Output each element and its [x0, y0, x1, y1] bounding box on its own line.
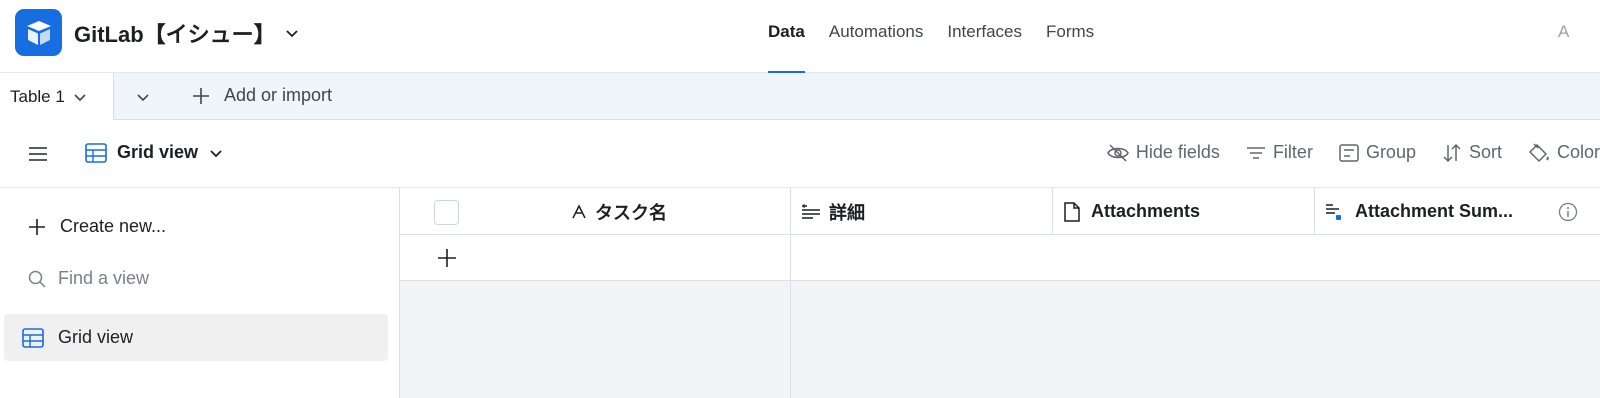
group-button[interactable]: Group — [1339, 142, 1416, 163]
find-view-search — [28, 268, 358, 289]
group-label: Group — [1365, 142, 1416, 162]
nav-forms[interactable]: Forms — [1046, 0, 1094, 73]
long-text-icon — [802, 203, 820, 219]
table-tab-table-1[interactable]: Table 1 — [0, 73, 114, 121]
add-record-row — [400, 235, 1600, 281]
frozen-column-divider — [790, 235, 791, 398]
add-or-import-label: Add or import — [224, 85, 333, 105]
column-header-label: タスク名 — [595, 202, 667, 223]
plus-icon — [438, 249, 456, 267]
top-header: GitLab【イシュー】 Data Automations Interfaces… — [0, 0, 1600, 73]
document-icon — [1064, 201, 1080, 222]
base-title: GitLab【イシュー】 — [74, 22, 276, 47]
view-tools: Hide fields Filter Group Sort Color — [1107, 142, 1600, 163]
nav-data[interactable]: Data — [768, 0, 805, 73]
hide-fields-button[interactable]: Hide fields — [1107, 142, 1220, 163]
filter-label: Filter — [1272, 142, 1313, 162]
color-label: Color — [1556, 142, 1600, 162]
nav-automations[interactable]: Automations — [829, 0, 924, 73]
info-icon[interactable] — [1558, 202, 1578, 222]
chevron-down-icon — [286, 30, 298, 38]
plus-icon — [193, 87, 209, 104]
plus-icon — [29, 218, 45, 235]
sort-button[interactable]: Sort — [1442, 142, 1502, 163]
view-toolbar: Grid view Hide fields Filter Group Sort … — [0, 120, 1600, 188]
chevron-down-icon — [74, 94, 86, 102]
add-record-button[interactable] — [436, 247, 458, 269]
toggle-sidebar-button[interactable] — [28, 144, 48, 164]
base-logo-icon[interactable] — [15, 9, 62, 56]
sort-label: Sort — [1468, 142, 1502, 162]
sidebar-view-label: Grid view — [58, 327, 134, 347]
views-sidebar: Create new... Grid view — [0, 188, 400, 398]
chevron-down-icon — [137, 94, 149, 102]
data-grid: タスク名 詳細 Attachments Attachment Sum... — [400, 188, 1600, 398]
sidebar-view-grid-view[interactable]: Grid view — [4, 314, 388, 361]
ai-summary-icon — [1326, 203, 1341, 220]
column-header-attachments[interactable]: Attachments — [1053, 188, 1315, 235]
add-or-import-button[interactable]: Add or import — [192, 85, 332, 106]
create-new-view-button[interactable]: Create new... — [28, 216, 166, 237]
filter-button[interactable]: Filter — [1246, 142, 1313, 163]
color-button[interactable]: Color — [1528, 142, 1600, 163]
table-tab-label: Table 1 — [10, 87, 65, 106]
group-icon — [1339, 143, 1359, 162]
base-title-dropdown[interactable]: GitLab【イシュー】 — [74, 17, 300, 49]
clipped-header-text: A — [1558, 22, 1570, 41]
nav-interfaces[interactable]: Interfaces — [947, 0, 1022, 73]
search-icon — [28, 270, 46, 288]
current-view-name: Grid view — [117, 142, 199, 162]
table-tabbar: Table 1 Add or import — [0, 73, 1600, 121]
grid-header-row: タスク名 詳細 Attachments Attachment Sum... — [400, 188, 1600, 235]
paint-bucket-icon — [1528, 142, 1549, 162]
column-header-label: Attachments — [1091, 201, 1201, 221]
column-header-task-name[interactable]: タスク名 — [400, 188, 791, 235]
grid-view-icon — [22, 327, 44, 348]
find-view-input[interactable] — [58, 268, 358, 289]
filter-icon — [1246, 146, 1265, 159]
column-header-attachment-summary[interactable]: Attachment Sum... — [1315, 188, 1600, 235]
column-header-details[interactable]: 詳細 — [791, 188, 1053, 235]
chevron-down-icon — [210, 149, 222, 157]
create-new-label: Create new... — [60, 216, 167, 236]
view-switcher[interactable]: Grid view — [85, 142, 224, 163]
all-tables-dropdown-button[interactable] — [132, 86, 154, 108]
hide-fields-label: Hide fields — [1135, 142, 1220, 162]
menu-icon — [29, 147, 47, 161]
column-header-label: 詳細 — [829, 202, 865, 223]
eye-slash-icon — [1107, 143, 1129, 162]
top-nav: Data Automations Interfaces Forms — [768, 0, 1118, 73]
column-header-label: Attachment Sum... — [1355, 201, 1514, 221]
text-a-icon — [572, 203, 586, 218]
sort-icon — [1443, 143, 1461, 162]
grid-view-icon — [85, 142, 107, 163]
